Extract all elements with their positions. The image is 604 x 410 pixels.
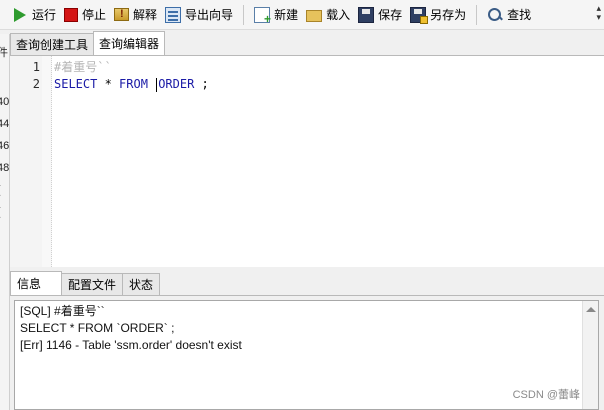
fold-margin	[42, 56, 52, 267]
tab-query-builder[interactable]: 查询创建工具	[10, 33, 95, 55]
export-wizard-button[interactable]: 导出向导	[161, 3, 237, 27]
toolbar: 运行 停止 解释 导出向导 新建 载入 保存 另存为	[0, 0, 604, 30]
tab-query-builder-label: 查询创建工具	[16, 38, 89, 52]
save-icon	[358, 6, 375, 23]
tab-status-label: 状态	[129, 278, 154, 292]
load-button[interactable]: 载入	[302, 3, 354, 27]
export-wizard-label: 导出向导	[185, 8, 234, 22]
tab-profile-label: 配置文件	[68, 278, 117, 292]
find-label: 查找	[507, 8, 532, 22]
stop-icon	[64, 7, 79, 22]
code-star: *	[97, 77, 120, 91]
keyword-select: SELECT	[54, 77, 98, 91]
left-panel-item: (	[0, 206, 1, 218]
new-label: 新建	[274, 8, 299, 22]
toolbar-separator	[243, 4, 245, 25]
explain-button[interactable]: 解释	[110, 3, 161, 27]
scroll-up-icon[interactable]	[586, 307, 596, 312]
tab-info-label: 信息	[17, 277, 42, 291]
code-statement: SELECT * FROM ORDER ;	[54, 76, 209, 93]
run-label: 运行	[32, 8, 57, 22]
keyword-from: FROM	[119, 77, 148, 91]
stop-label: 停止	[82, 8, 107, 22]
tab-query-editor-label: 查询编辑器	[99, 37, 160, 51]
explain-icon	[114, 8, 130, 21]
find-button[interactable]: 查找	[483, 3, 535, 27]
save-as-button[interactable]: 另存为	[406, 3, 470, 27]
left-panel-item: (	[0, 184, 1, 196]
tab-query-editor[interactable]: 查询编辑器	[93, 31, 166, 55]
left-panel-item: 44	[0, 118, 10, 130]
watermark: CSDN @蕾峰	[512, 389, 580, 401]
explain-label: 解释	[133, 8, 158, 22]
stop-button[interactable]: 停止	[60, 3, 110, 27]
tab-profile[interactable]: 配置文件	[61, 273, 124, 295]
output-line: [SQL] #着重号``	[20, 304, 105, 318]
output-line: SELECT * FROM `ORDER` ;	[20, 321, 175, 335]
new-button[interactable]: 新建	[250, 3, 302, 27]
tab-status[interactable]: 状态	[122, 273, 161, 295]
line-number: 2	[32, 77, 40, 91]
save-button[interactable]: 保存	[354, 3, 406, 27]
export-icon	[165, 6, 182, 23]
folder-icon	[306, 10, 323, 22]
code-terminator: ;	[194, 77, 209, 91]
result-tabs: 信息 配置文件 状态	[10, 271, 604, 296]
new-file-icon	[254, 6, 271, 26]
message-output[interactable]: [SQL] #着重号`` SELECT * FROM `ORDER` ; [Er…	[14, 300, 599, 410]
search-icon	[487, 7, 503, 23]
left-panel-item: 40	[0, 96, 10, 108]
tab-info[interactable]: 信息	[10, 271, 62, 295]
load-label: 载入	[326, 8, 351, 22]
left-panel-item: 48	[0, 162, 10, 174]
save-as-label: 另存为	[430, 8, 467, 22]
play-icon	[14, 7, 26, 22]
query-window: 运行 停止 解释 导出向导 新建 载入 保存 另存为	[0, 0, 604, 410]
left-panel-item: 46	[0, 140, 10, 152]
line-number: 1	[32, 60, 40, 74]
code-comment: #着重号``	[54, 60, 112, 74]
sql-editor[interactable]: 1 #着重号`` 2 SELECT * FROM ORDER ;	[10, 55, 604, 267]
left-panel: 件 40 44 46 48 ( (	[0, 34, 10, 410]
output-line: [Err] 1146 - Table 'ssm.order' doesn't e…	[20, 338, 242, 352]
editor-tabs: 查询创建工具 查询编辑器	[10, 31, 166, 55]
table-name: ORDER	[158, 77, 195, 91]
output-scrollbar[interactable]	[582, 301, 598, 409]
save-label: 保存	[378, 8, 403, 22]
left-panel-item: 件	[0, 44, 8, 60]
run-button[interactable]: 运行	[8, 3, 60, 27]
toolbar-overflow-button[interactable]: ▴ ▾	[596, 4, 601, 22]
toolbar-separator	[476, 4, 478, 25]
save-as-icon	[410, 6, 429, 24]
